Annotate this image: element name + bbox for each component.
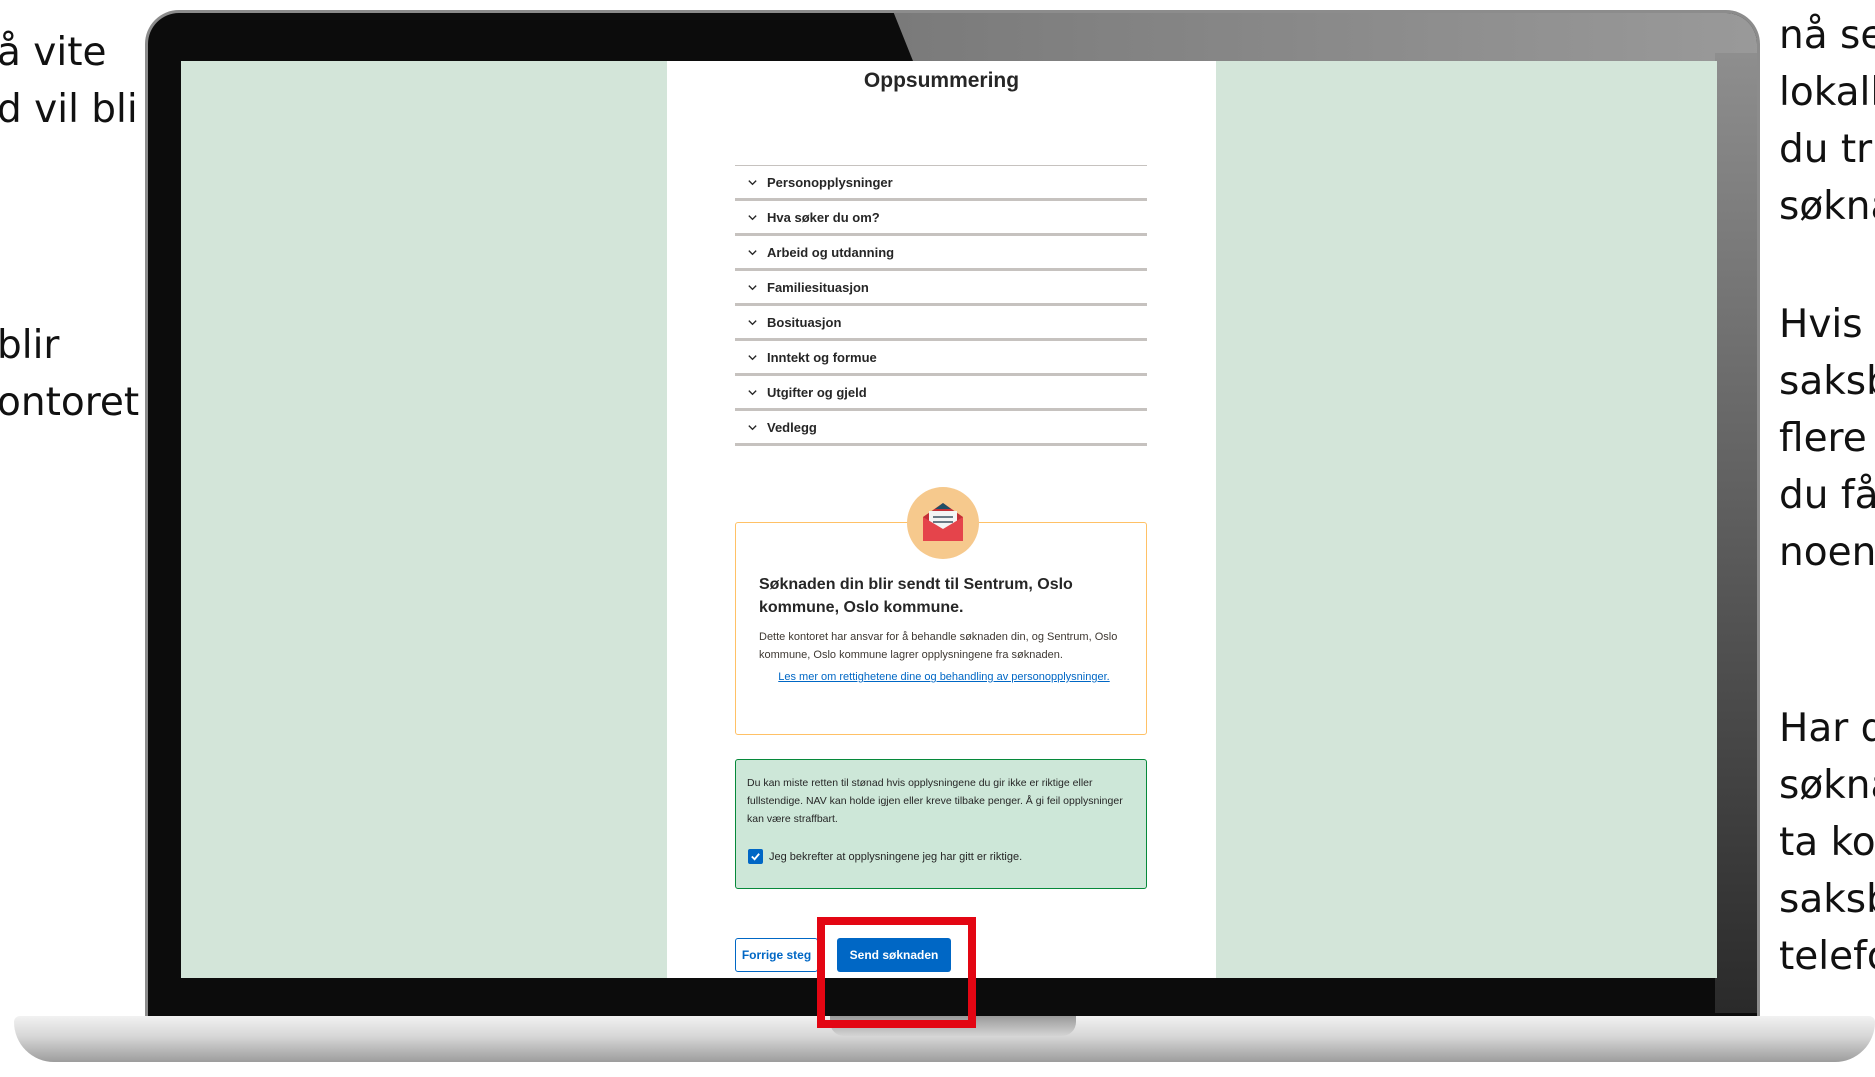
accordion-item-label: Utgifter og gjeld (767, 384, 867, 400)
lid-reflection (893, 13, 1757, 61)
slide-text-left-top: å vite d vil bli (0, 24, 138, 138)
accordion-item-label: Personopplysninger (767, 174, 893, 190)
confirm-label: Jeg bekrefter at opplysningene jeg har g… (769, 850, 1023, 863)
slide-text-right-top: nå se lokall du tr søkna (1779, 7, 1875, 235)
slide-text-line: ontoret (0, 380, 140, 425)
slide-text-line: blir (0, 323, 60, 368)
accordion-item-familiesituasjon[interactable]: Familiesituasjon (735, 271, 1147, 306)
slide-text-line: Har d (1779, 706, 1875, 751)
slide-text-line: telefo (1779, 934, 1875, 979)
legal-warning-text: Du kan miste retten til stønad hvis oppl… (747, 777, 1123, 825)
slide-text-line: søkna (1779, 184, 1875, 229)
chevron-down-icon (748, 179, 757, 185)
chevron-down-icon (748, 389, 757, 395)
chevron-down-icon (748, 284, 757, 290)
accordion-item-label: Bosituasjon (767, 314, 842, 330)
accordion-item-arbeid-og-utdanning[interactable]: Arbeid og utdanning (735, 236, 1147, 271)
slide-text-right-middle: Hvis saksb flere du få noen (1779, 296, 1875, 581)
envelope-icon (907, 487, 979, 559)
previous-step-button[interactable]: Forrige steg (735, 938, 818, 972)
accordion-item-label: Vedlegg (767, 419, 817, 435)
confirmation-box: Du kan miste retten til stønad hvis oppl… (735, 759, 1147, 889)
chevron-down-icon (748, 354, 757, 360)
laptop-screen: Oppsummering Personopplysninger Hva søke… (181, 61, 1717, 978)
summary-accordion: Personopplysninger Hva søker du om? Arbe… (735, 165, 1147, 446)
chevron-down-icon (748, 319, 757, 325)
recipient-info-box: Søknaden din blir sendt til Sentrum, Osl… (735, 487, 1147, 735)
content-panel: Oppsummering Personopplysninger Hva søke… (667, 61, 1216, 978)
highlight-box (817, 917, 976, 1028)
accordion-item-personopplysninger[interactable]: Personopplysninger (735, 166, 1147, 201)
slide-text-line: noen (1779, 530, 1875, 575)
slide-text-line: du tr (1779, 127, 1873, 172)
privacy-link[interactable]: Les mer om rettighetene dine og behandli… (759, 669, 1129, 686)
confirm-checkbox-row[interactable]: Jeg bekrefter at opplysningene jeg har g… (748, 849, 1022, 864)
checkmark-icon (751, 853, 760, 861)
accordion-item-label: Arbeid og utdanning (767, 244, 895, 260)
accordion-item-label: Familiesituasjon (767, 279, 869, 295)
slide-text-line: nå se (1779, 13, 1875, 58)
slide-text-line: ta ko (1779, 820, 1875, 865)
recipient-description: Dette kontoret har ansvar for å behandle… (759, 631, 1118, 661)
accordion-item-utgifter-og-gjeld[interactable]: Utgifter og gjeld (735, 376, 1147, 411)
slide-text-line: å vite (0, 30, 107, 75)
slide-text-line: søkna (1779, 763, 1875, 808)
slide-text-line: saksb (1779, 359, 1875, 404)
accordion-item-label: Inntekt og formue (767, 349, 877, 365)
slide-text-line: d vil bli (0, 87, 138, 132)
accordion-item-vedlegg[interactable]: Vedlegg (735, 411, 1147, 446)
page-title: Oppsummering (863, 69, 1020, 92)
slide-text-line: flere (1779, 416, 1867, 461)
slide-text-line: du få (1779, 473, 1875, 518)
chevron-down-icon (748, 424, 757, 430)
slide-text-right-bottom: Har d søkna ta ko saksb telefo (1779, 700, 1875, 985)
accordion-item-hva-soker-du-om[interactable]: Hva søker du om? (735, 201, 1147, 236)
slide-text-line: lokall (1779, 70, 1875, 115)
lid-edge-reflection (1715, 53, 1757, 1013)
slide-text-line: Hvis (1779, 302, 1863, 347)
accordion-item-label: Hva søker du om? (767, 209, 880, 225)
slide-text-left-middle: blir ontoret (0, 317, 139, 431)
accordion-item-inntekt-og-formue[interactable]: Inntekt og formue (735, 341, 1147, 376)
chevron-down-icon (748, 249, 757, 255)
slide-text-line: saksb (1779, 877, 1875, 922)
chevron-down-icon (748, 214, 757, 220)
confirm-checkbox[interactable] (748, 849, 763, 864)
recipient-title: Søknaden din blir sendt til Sentrum, Osl… (759, 576, 1073, 616)
accordion-item-bosituasjon[interactable]: Bosituasjon (735, 306, 1147, 341)
